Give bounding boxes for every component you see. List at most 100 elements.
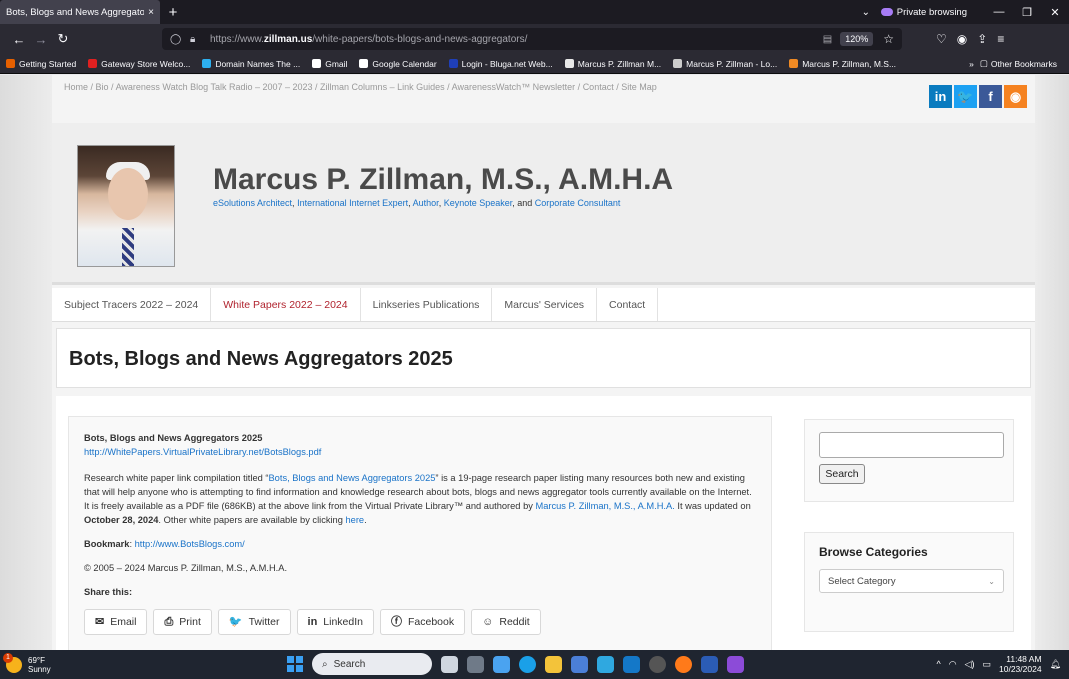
bookmark-item[interactable]: Marcus P. Zillman M... (564, 59, 661, 69)
breadcrumb-separator: / (444, 82, 452, 92)
menu-item[interactable]: Marcus' Services (492, 288, 598, 321)
list-all-tabs-icon[interactable]: ⌄ (851, 7, 881, 18)
tracking-shield-icon[interactable]: ◯ (170, 34, 184, 45)
linkedin-icon[interactable]: in (929, 85, 952, 108)
bookmark-item[interactable]: Marcus P. Zillman, M.S... (789, 59, 896, 69)
author-link[interactable]: Marcus P. Zillman, M.S., A.M.H.A. (535, 501, 674, 511)
new-tab-button[interactable]: + (160, 4, 186, 21)
menu-item[interactable]: Contact (597, 288, 659, 321)
browser-tab[interactable]: Bots, Blogs and News Aggregators × (0, 0, 160, 24)
other-white-papers-link[interactable]: here (346, 515, 365, 525)
bookmark-item[interactable]: Login - Bluga.net Web... (448, 59, 553, 69)
breadcrumb-separator: / (575, 82, 583, 92)
share-twitter-button[interactable]: 🐦 Twitter (217, 609, 291, 635)
taskbar-search[interactable]: ⌕ Search (312, 653, 432, 675)
menu-icon[interactable]: ≡ (997, 32, 1004, 46)
rss-icon[interactable]: ◉ (1004, 85, 1027, 108)
topnav-link[interactable]: Bio (96, 82, 109, 92)
tab-close-icon[interactable]: × (148, 7, 154, 18)
paper-title-link[interactable]: Bots, Blogs and News Aggregators 2025 (268, 473, 435, 483)
tagline-link-esolutions[interactable]: eSolutions Architect (213, 198, 292, 208)
app-icon[interactable] (597, 655, 614, 673)
outlook-icon[interactable] (623, 655, 640, 673)
menu-item[interactable]: White Papers 2022 – 2024 (211, 288, 361, 321)
wifi-icon[interactable]: ◠ (949, 659, 957, 670)
bookmark-favicon-icon (312, 59, 322, 68)
firefox-icon[interactable] (675, 655, 692, 673)
notification-bell-icon[interactable]: 🔔︎ (1050, 659, 1061, 670)
search-button[interactable]: Search (819, 464, 865, 484)
weather-widget[interactable]: 1 69°F Sunny (3, 652, 186, 674)
start-icon[interactable] (287, 656, 303, 672)
page-title: Bots, Blogs and News Aggregators 2025 (69, 348, 453, 370)
share-reddit-button[interactable]: ☺ Reddit (471, 609, 541, 635)
share-print-button[interactable]: ⎙ Print (153, 609, 212, 635)
sun-icon: 1 (3, 652, 22, 673)
topnav-link[interactable]: Site Map (621, 82, 657, 92)
url-bar[interactable]: ◯ 🔒︎ https://www.zillman.us/white-papers… (162, 28, 902, 50)
bookmark-item[interactable]: Google Calendar (359, 59, 437, 69)
pdf-link[interactable]: http://WhitePapers.VirtualPrivateLibrary… (84, 447, 321, 457)
bookmark-item[interactable]: Gmail (312, 59, 347, 69)
reload-icon[interactable]: ↻ (52, 31, 74, 47)
copilot-icon[interactable] (441, 655, 458, 673)
back-icon[interactable]: ← (8, 32, 30, 47)
dell-icon[interactable] (649, 655, 666, 673)
store-icon[interactable] (571, 655, 588, 673)
task-view-icon[interactable] (467, 655, 484, 673)
url-text[interactable]: https://www.zillman.us/white-papers/bots… (210, 34, 817, 45)
bookmark-favicon-icon (673, 59, 683, 68)
twitter-icon[interactable]: 🐦 (954, 85, 977, 108)
volume-icon[interactable]: ◁) (965, 659, 975, 670)
battery-icon[interactable]: ▭ (983, 659, 992, 670)
topnav-link[interactable]: Awareness Watch Blog Talk Radio – 2007 –… (116, 82, 313, 92)
zoom-level-badge[interactable]: 120% (840, 32, 874, 46)
other-bookmarks-folder[interactable]: ▢ Other Bookmarks (980, 58, 1057, 69)
bookmark-item[interactable]: Gateway Store Welco... (88, 59, 190, 69)
more-bookmarks-icon[interactable]: » (969, 59, 974, 69)
topnav-link[interactable]: Contact (583, 82, 614, 92)
bookmark-item[interactable]: Domain Names The ... (202, 59, 300, 69)
reddit-icon: ☺ (482, 616, 494, 628)
show-hidden-icons-icon[interactable]: ^ (936, 659, 940, 669)
lock-icon[interactable]: 🔒︎ (190, 34, 204, 45)
tagline-link-keynote[interactable]: Keynote Speaker (444, 198, 513, 208)
page-background-right (1035, 75, 1069, 650)
search-input[interactable] (819, 432, 1004, 458)
bookmark-item[interactable]: Getting Started (6, 59, 76, 69)
edge-icon[interactable] (519, 655, 536, 673)
file-explorer-icon[interactable] (545, 655, 562, 673)
nav-bar: ← → ↻ ◯ 🔒︎ https://www.zillman.us/white-… (0, 24, 1069, 54)
restore-icon[interactable]: ❐ (1013, 6, 1041, 19)
bookmark-item[interactable]: Marcus P. Zillman - Lo... (673, 59, 777, 69)
share-email-button[interactable]: ✉ Email (84, 609, 148, 635)
category-select[interactable]: Select Category ⌄ (819, 569, 1004, 593)
account-icon[interactable]: ◉ (957, 32, 967, 46)
bookmark-star-icon[interactable]: ☆ (883, 32, 894, 46)
tagline-link-author[interactable]: Author (413, 198, 439, 208)
tagline-link-internet-expert[interactable]: International Internet Expert (297, 198, 408, 208)
share-facebook-button[interactable]: ⓕ Facebook (380, 609, 466, 635)
share-icon[interactable]: ⇪ (977, 32, 987, 46)
forward-icon[interactable]: → (30, 32, 52, 47)
word-icon[interactable] (701, 655, 718, 673)
facebook-icon[interactable]: f (979, 85, 1002, 108)
menu-item[interactable]: Linkseries Publications (361, 288, 493, 321)
minimize-icon[interactable]: — (985, 6, 1013, 18)
clock[interactable]: 11:48 AM 10/23/2024 (999, 654, 1042, 674)
topnav-link[interactable]: AwarenessWatch™ Newsletter (452, 82, 576, 92)
tab-title: Bots, Blogs and News Aggregators (6, 6, 145, 18)
widgets-icon[interactable] (493, 655, 510, 673)
bookmark-link[interactable]: http://www.BotsBlogs.com/ (135, 539, 245, 549)
menu-item[interactable]: Subject Tracers 2022 – 2024 (52, 288, 212, 321)
reader-view-icon[interactable]: ▤ (823, 34, 832, 45)
close-window-icon[interactable]: ✕ (1041, 6, 1069, 19)
topnav-link[interactable]: Home (64, 82, 88, 92)
site-title[interactable]: Marcus P. Zillman, M.S., A.M.H.A (213, 163, 673, 197)
share-linkedin-button[interactable]: in LinkedIn (296, 609, 374, 635)
topnav-link[interactable]: Zillman Columns – Link Guides (320, 82, 445, 92)
pocket-icon[interactable]: ♡ (936, 32, 947, 46)
tagline-link-consultant[interactable]: Corporate Consultant (535, 198, 621, 208)
firefox-private-icon[interactable] (727, 655, 744, 673)
tab-bar: Bots, Blogs and News Aggregators × + ⌄ P… (0, 0, 1069, 24)
